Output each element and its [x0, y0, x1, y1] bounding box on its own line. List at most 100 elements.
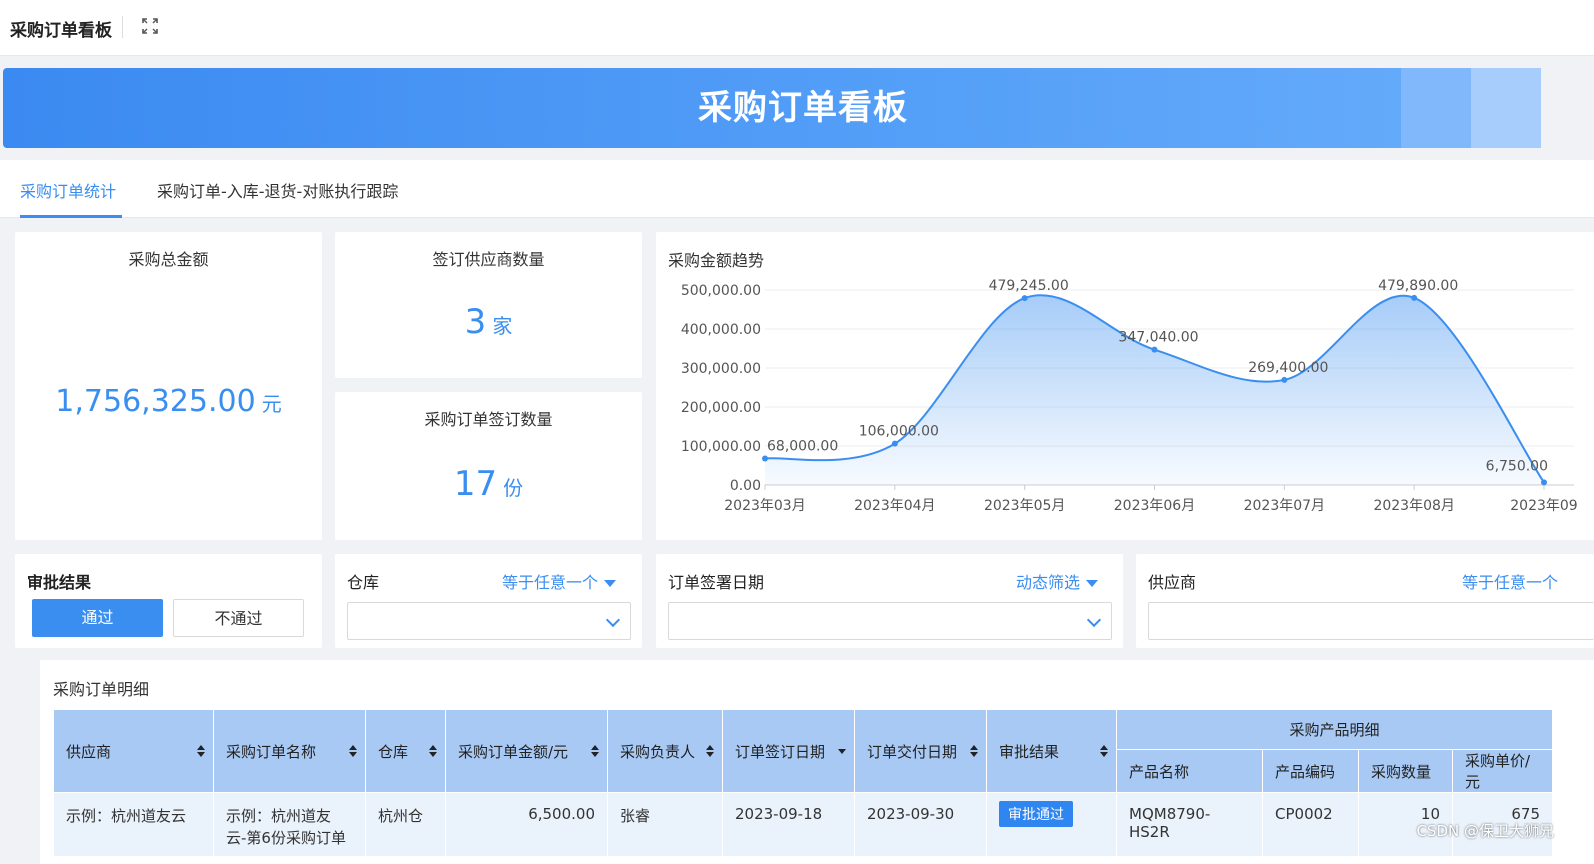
column-header-sign-date[interactable]: 订单签订日期 [722, 709, 855, 793]
cell-order-name: 示例：杭州道友 云-第6份采购订单 [213, 792, 366, 857]
kpi-value: 17 [453, 464, 498, 504]
kpi-value-row: 17 份 [335, 464, 642, 504]
data-point [1021, 295, 1028, 302]
data-point [1151, 346, 1158, 353]
sign-date-select[interactable] [668, 602, 1112, 640]
kpi-unit: 元 [261, 392, 282, 416]
dashboard-banner: 采购订单看板 [3, 68, 1594, 148]
x-tick-label: 2023年04月 [854, 498, 935, 514]
data-label: 479,245.00 [989, 278, 1069, 294]
supplier-filter-mode[interactable]: 等于任意一个 [1462, 569, 1558, 593]
sign-date-filter-mode[interactable]: 动态筛选 [1016, 569, 1099, 593]
filter-label: 审批结果 [27, 573, 92, 592]
warehouse-filter-card: 仓库 等于任意一个 [335, 554, 642, 648]
filter-mode-label: 等于任意一个 [502, 573, 599, 592]
kpi-unit: 份 [503, 476, 524, 500]
order-detail-panel: 采购订单明细 供应商 采购订单名称 仓库 采购订单金额/元 采购负责人 订单签订… [40, 660, 1594, 864]
kpi-supplier-count-card: 签订供应商数量 3家 [335, 232, 642, 378]
sort-icon[interactable] [429, 745, 437, 757]
filter-mode-label: 动态筛选 [1016, 573, 1081, 592]
not-approved-button[interactable]: 不通过 [173, 599, 304, 637]
y-tick-label: 300,000.00 [681, 361, 761, 377]
kpi-label: 签订供应商数量 [432, 250, 545, 269]
sort-icon[interactable] [706, 745, 714, 757]
chevron-down-icon [1086, 612, 1102, 628]
approval-status-badge: 审批通过 [999, 801, 1073, 827]
data-point [762, 455, 768, 462]
column-header-product-code[interactable]: 产品编码 [1262, 749, 1359, 793]
data-label: 347,040.00 [1118, 330, 1198, 346]
watermark: CSDN @保卫大狮兄 [1416, 822, 1554, 840]
group-header-product-detail: 采购产品明细 [1116, 709, 1553, 750]
cell-sign-date: 2023-09-18 [722, 792, 855, 857]
top-bar: 采购订单看板 [0, 0, 1594, 56]
cell-product-code: CP0002 [1262, 792, 1359, 857]
sort-icon[interactable] [591, 745, 599, 757]
kpi-order-count-card: 采购订单签订数量 17 份 [335, 392, 642, 540]
data-label: 269,400.00 [1248, 360, 1328, 376]
filter-label: 供应商 [1148, 573, 1197, 592]
kpi-value-row: 3家 [335, 302, 642, 342]
kpi-label: 采购总金额 [128, 250, 209, 269]
warehouse-select[interactable] [347, 602, 631, 640]
data-label: 6,750.00 [1486, 458, 1548, 474]
banner-title: 采购订单看板 [698, 88, 908, 128]
column-header-unit-price[interactable]: 采购单价/元 [1452, 749, 1553, 793]
tab-execution-tracking[interactable]: 采购订单-入库-退货-对账执行跟踪 [157, 178, 398, 202]
data-point [1541, 479, 1547, 486]
column-header-supplier[interactable]: 供应商 [53, 709, 214, 793]
table-row[interactable]: 示例：杭州道友云 示例：杭州道友 云-第6份采购订单 杭州仓 6,500.00 张… [53, 792, 1553, 857]
data-label: 479,890.00 [1378, 278, 1458, 294]
y-tick-label: 500,000.00 [681, 283, 761, 299]
sort-icon[interactable] [1100, 745, 1108, 757]
y-tick-label: 100,000.00 [681, 439, 761, 455]
column-header-warehouse[interactable]: 仓库 [365, 709, 446, 793]
kpi-label: 采购订单签订数量 [424, 410, 553, 429]
data-point [1281, 376, 1288, 383]
kpi-value-row: 1,756,325.00 元 [15, 384, 322, 419]
warehouse-filter-mode[interactable]: 等于任意一个 [502, 569, 617, 593]
caret-down-icon [604, 580, 617, 587]
sort-desc-icon[interactable] [838, 749, 846, 754]
detail-title: 采购订单明细 [53, 680, 150, 699]
column-header-product-name[interactable]: 产品名称 [1116, 749, 1263, 793]
supplier-filter-card: 供应商 等于任意一个 [1136, 554, 1594, 648]
x-tick-label: 2023年05月 [984, 498, 1065, 514]
cell-supplier: 示例：杭州道友云 [53, 792, 214, 857]
column-header-owner[interactable]: 采购负责人 [607, 709, 723, 793]
cell-amount: 6,500.00 [445, 792, 608, 857]
kpi-value: 1,756,325.00 [55, 384, 256, 419]
x-tick-label: 2023年07月 [1244, 498, 1325, 514]
approval-filter-card: 审批结果 通过 不通过 [15, 554, 322, 648]
x-tick-label: 2023年06月 [1114, 498, 1195, 514]
kpi-value: 3 [464, 302, 487, 342]
filter-mode-label: 等于任意一个 [1462, 573, 1559, 592]
fullscreen-icon[interactable] [138, 14, 162, 38]
x-tick-label: 2023年08月 [1373, 498, 1454, 514]
caret-down-icon [1086, 580, 1099, 587]
trend-chart: 0.00 100,000.00 200,000.00 300,000.00 400,00… [681, 278, 1578, 514]
filter-label: 订单签署日期 [668, 573, 765, 592]
sort-icon[interactable] [970, 745, 978, 757]
area-fill [765, 295, 1544, 485]
tab-order-statistics[interactable]: 采购订单统计 [20, 178, 116, 202]
y-tick-label: 200,000.00 [681, 400, 761, 416]
divider [122, 16, 123, 38]
page-title: 采购订单看板 [10, 21, 112, 41]
column-header-approval[interactable]: 审批结果 [986, 709, 1117, 793]
approved-button[interactable]: 通过 [32, 599, 163, 637]
column-header-quantity[interactable]: 采购数量 [1358, 749, 1453, 793]
sort-icon[interactable] [349, 745, 357, 757]
cell-owner: 张睿 [607, 792, 723, 857]
column-header-order-name[interactable]: 采购订单名称 [213, 709, 366, 793]
column-header-amount[interactable]: 采购订单金额/元 [445, 709, 608, 793]
tab-bar: 采购订单统计 采购订单-入库-退货-对账执行跟踪 [0, 160, 1594, 218]
supplier-select[interactable] [1148, 602, 1594, 640]
kpi-unit: 家 [492, 314, 513, 338]
filter-label: 仓库 [347, 573, 380, 592]
trend-chart-card: 采购金额趋势 0.00 100,000.00 200,000.00 300,000.0… [656, 232, 1594, 540]
sort-icon[interactable] [197, 745, 205, 757]
column-header-delivery-date[interactable]: 订单交付日期 [854, 709, 987, 793]
data-label: 68,000.00 [767, 438, 838, 454]
x-tick-label: 2023年09 [1510, 498, 1577, 514]
